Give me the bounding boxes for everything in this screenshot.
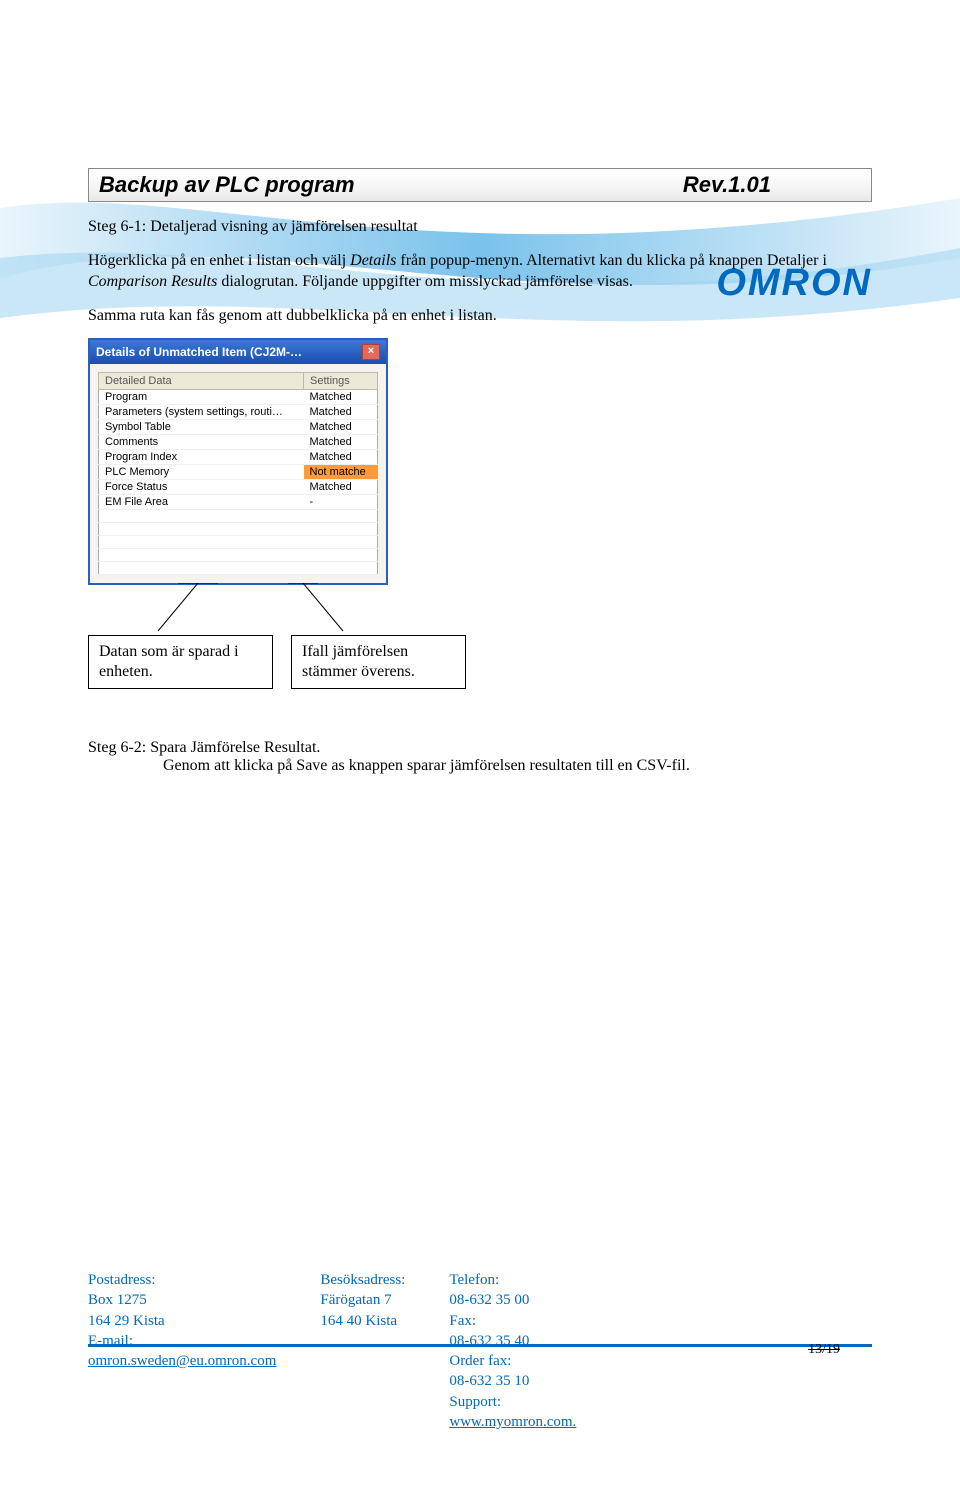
- doc-revision: Rev.1.01: [683, 172, 861, 198]
- footer-col-postaddress: Postadress: Box 1275 164 29 Kista E-mail…: [88, 1270, 276, 1432]
- step-6-1-heading: Steg 6-1: Detaljerad visning av jämförel…: [88, 216, 872, 238]
- close-icon[interactable]: ×: [362, 344, 380, 360]
- page-footer: Postadress: Box 1275 164 29 Kista E-mail…: [88, 1270, 872, 1432]
- table-row[interactable]: Program IndexMatched: [99, 450, 378, 465]
- document-title-bar: Backup av PLC program Rev.1.01: [88, 168, 872, 202]
- table-row[interactable]: EM File Area-: [99, 495, 378, 510]
- details-table: Detailed Data Settings ProgramMatched Pa…: [98, 372, 378, 575]
- col-detailed-data[interactable]: Detailed Data: [99, 373, 304, 390]
- details-dialog: Details of Unmatched Item (CJ2M-… × Deta…: [88, 338, 388, 585]
- footer-col-contact: Telefon:08-632 35 00 Fax:08-632 35 40 Or…: [449, 1270, 576, 1432]
- callout-arrows: [88, 583, 388, 633]
- step-6-2-heading: Steg 6-2: Spara Jämförelse Resultat.: [88, 739, 872, 757]
- table-row[interactable]: CommentsMatched: [99, 435, 378, 450]
- footer-col-visitaddress: Besöksadress: Färögatan 7 164 40 Kista: [320, 1270, 405, 1432]
- dialog-titlebar: Details of Unmatched Item (CJ2M-… ×: [90, 340, 386, 364]
- table-row[interactable]: Force StatusMatched: [99, 480, 378, 495]
- table-row[interactable]: Parameters (system settings, routi…Match…: [99, 405, 378, 420]
- table-row[interactable]: ProgramMatched: [99, 390, 378, 405]
- dialog-title: Details of Unmatched Item (CJ2M-…: [96, 345, 302, 359]
- paragraph-doubleclick-note: Samma ruta kan fås genom att dubbelklick…: [88, 305, 872, 327]
- step-6-2-body: Genom att klicka på Save as knappen spar…: [88, 757, 872, 775]
- doc-title: Backup av PLC program: [99, 172, 355, 198]
- callout-data-saved: Datan som är sparad i enheten.: [88, 635, 273, 689]
- table-row[interactable]: PLC MemoryNot matche: [99, 465, 378, 480]
- table-row[interactable]: Symbol TableMatched: [99, 420, 378, 435]
- col-settings[interactable]: Settings: [304, 373, 378, 390]
- paragraph-instructions: Högerklicka på en enhet i listan och väl…: [88, 250, 872, 293]
- callout-match-status: Ifall jämförelsen stämmer överens.: [291, 635, 466, 689]
